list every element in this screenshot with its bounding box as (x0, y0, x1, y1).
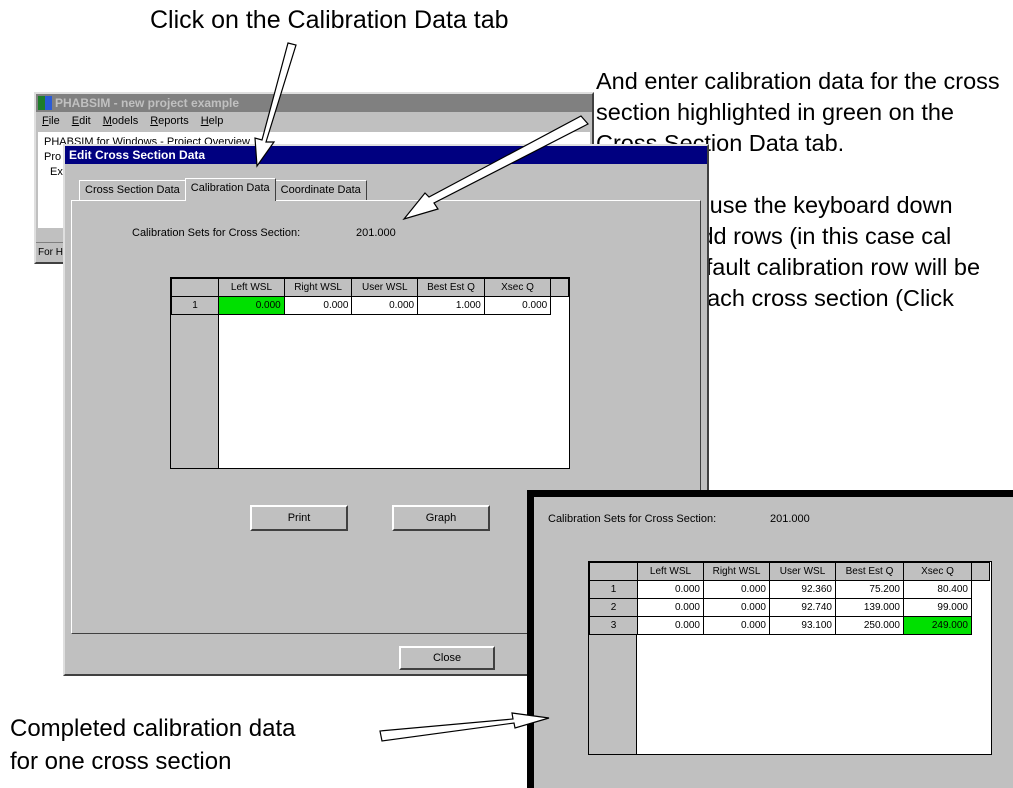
arrow-to-section-value (402, 115, 589, 221)
arrow-to-calibration-tab (254, 42, 297, 168)
callout-arrows (254, 42, 589, 742)
arrow-to-inset (379, 712, 550, 742)
